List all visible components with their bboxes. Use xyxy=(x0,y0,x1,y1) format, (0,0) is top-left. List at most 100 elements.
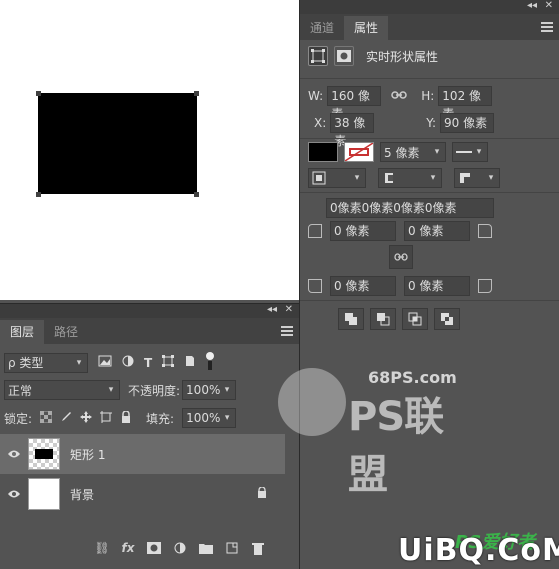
width-label: W: xyxy=(308,89,324,103)
chevron-down-icon: ▾ xyxy=(488,173,494,183)
x-field[interactable]: 38 像素 xyxy=(330,113,375,148)
corner-br-field[interactable]: 0 像素 xyxy=(404,276,470,296)
fill-field[interactable]: 100% ▾ xyxy=(182,408,237,428)
transform-handle[interactable] xyxy=(36,192,41,197)
stroke-options-row: ▾ ▾ ▾ xyxy=(308,168,500,188)
corner-bl-field[interactable]: 0 像素 xyxy=(330,276,396,296)
properties-title: 实时形状属性 xyxy=(366,49,439,64)
group-folder-icon[interactable] xyxy=(196,543,216,554)
link-corners-icon[interactable] xyxy=(389,245,413,269)
layers-panel: ◂◂ ✕ 图层 路径 ρ 类型 ▾ T 正常 ▾ 不透明度: 100% ▾ 锁定… xyxy=(0,303,299,569)
fx-icon[interactable]: fx xyxy=(118,541,138,555)
lock-transparent-icon[interactable] xyxy=(39,410,53,426)
corner-tr-field[interactable]: 0 像素 xyxy=(404,221,470,241)
chevron-down-icon: ▾ xyxy=(476,147,482,157)
properties-title-row: 实时形状属性 xyxy=(308,46,438,66)
layer-name[interactable]: 矩形 1 xyxy=(70,446,105,463)
shape-filter-icon[interactable] xyxy=(162,355,175,370)
close-panel-icon[interactable]: ✕ xyxy=(545,0,553,12)
tab-properties[interactable]: 属性 xyxy=(344,16,389,40)
link-layers-icon[interactable]: ⛓ xyxy=(92,541,112,555)
document-canvas[interactable] xyxy=(0,0,299,300)
lock-all-icon[interactable] xyxy=(120,409,132,426)
adjustment-layer-icon[interactable] xyxy=(170,542,190,554)
panel-menu-icon[interactable] xyxy=(541,22,553,34)
layer-row[interactable]: 背景 xyxy=(0,474,285,514)
transform-handle[interactable] xyxy=(36,91,41,96)
lock-artboard-icon[interactable] xyxy=(100,410,113,426)
stroke-style-dropdown[interactable]: ▾ xyxy=(452,142,488,162)
layers-bottom-toolbar: ⛓ fx xyxy=(92,541,268,555)
line-corners-dropdown[interactable]: ▾ xyxy=(454,168,500,188)
bottom-left-corner-icon xyxy=(308,279,322,293)
blend-mode-dropdown[interactable]: 正常 ▾ xyxy=(4,380,120,400)
y-field[interactable]: 90 像素 xyxy=(440,113,495,133)
opacity-value: 100% xyxy=(186,383,221,397)
trash-icon[interactable] xyxy=(248,542,268,555)
chevron-down-icon: ▾ xyxy=(434,147,440,157)
height-field[interactable]: 102 像素 xyxy=(438,86,493,121)
lock-row: 锁定: 填充: 100% ▾ xyxy=(0,408,299,428)
close-panel-icon[interactable]: ✕ xyxy=(285,304,293,316)
layer-filter-row: ρ 类型 ▾ T xyxy=(0,352,299,373)
filter-toggle-icon[interactable] xyxy=(206,352,215,373)
link-icon[interactable] xyxy=(391,89,407,103)
unite-shapes-icon[interactable] xyxy=(338,308,364,330)
divider xyxy=(300,78,559,79)
add-mask-icon[interactable] xyxy=(144,542,164,554)
divider xyxy=(300,300,559,301)
size-row: W: 160 像素 H: 102 像素 xyxy=(308,86,493,121)
opacity-field[interactable]: 100% ▾ xyxy=(182,380,237,400)
tab-layers[interactable]: 图层 xyxy=(0,320,45,344)
smart-object-filter-icon[interactable] xyxy=(184,355,196,370)
stroke-swatch[interactable] xyxy=(344,142,374,162)
transform-icon[interactable] xyxy=(308,46,328,66)
filter-kind-dropdown[interactable]: ρ 类型 ▾ xyxy=(4,352,88,373)
tab-channels[interactable]: 通道 xyxy=(300,16,344,40)
corner-tl-field[interactable]: 0 像素 xyxy=(330,221,396,241)
bottom-right-corner-icon xyxy=(478,279,492,293)
type-filter-icon[interactable]: T xyxy=(144,356,152,370)
layer-name[interactable]: 背景 xyxy=(70,486,94,503)
visibility-eye-icon[interactable] xyxy=(0,449,28,459)
corner-radius-all-field[interactable]: 0像素0像素0像素0像素 xyxy=(326,198,494,218)
lock-position-icon[interactable] xyxy=(80,410,93,426)
panel-menu-icon[interactable] xyxy=(281,326,293,338)
intersect-shapes-icon[interactable] xyxy=(402,308,428,330)
line-caps-dropdown[interactable]: ▾ xyxy=(378,168,442,188)
image-filter-icon[interactable] xyxy=(98,355,112,370)
stroke-width-dropdown[interactable]: 5 像素 ▾ xyxy=(380,142,446,162)
fill-value: 100% xyxy=(186,411,221,425)
panel-topbar: ◂◂ ✕ xyxy=(0,304,299,318)
align-stroke-dropdown[interactable]: ▾ xyxy=(308,168,366,188)
visibility-eye-icon[interactable] xyxy=(0,489,28,499)
lock-icon xyxy=(257,486,267,501)
mask-icon[interactable] xyxy=(334,46,354,66)
collapse-panel-icon[interactable]: ◂◂ xyxy=(267,304,277,316)
filter-kind-value: ρ 类型 xyxy=(8,356,44,370)
collapse-panel-icon[interactable]: ◂◂ xyxy=(527,0,537,12)
chevron-down-icon: ▾ xyxy=(76,357,82,368)
line-style-icon xyxy=(456,151,472,153)
transform-handle[interactable] xyxy=(194,192,199,197)
exclude-overlap-icon[interactable] xyxy=(434,308,460,330)
new-layer-icon[interactable] xyxy=(222,542,242,554)
rectangle-shape[interactable] xyxy=(38,93,197,194)
width-field[interactable]: 160 像素 xyxy=(327,86,382,121)
blend-row: 正常 ▾ 不透明度: 100% ▾ xyxy=(0,380,299,400)
adjustment-filter-icon[interactable] xyxy=(122,355,134,370)
top-right-corner-icon xyxy=(478,224,492,238)
tab-paths[interactable]: 路径 xyxy=(44,320,88,344)
transform-handle[interactable] xyxy=(194,91,199,96)
corner-top-row: 0 像素 0 像素 xyxy=(308,221,492,241)
x-label: X: xyxy=(314,116,327,130)
stroke-width-value: 5 像素 xyxy=(384,145,420,160)
opacity-label: 不透明度: xyxy=(128,383,181,398)
fill-swatch[interactable] xyxy=(308,142,338,162)
lock-pixels-icon[interactable] xyxy=(60,411,72,426)
layer-row[interactable]: 矩形 1 xyxy=(0,434,285,474)
fill-stroke-row: 5 像素 ▾ ▾ xyxy=(308,142,488,162)
y-label: Y: xyxy=(426,116,437,130)
position-row: X: 38 像素 Y: 90 像素 xyxy=(314,113,495,148)
subtract-shape-icon[interactable] xyxy=(370,308,396,330)
